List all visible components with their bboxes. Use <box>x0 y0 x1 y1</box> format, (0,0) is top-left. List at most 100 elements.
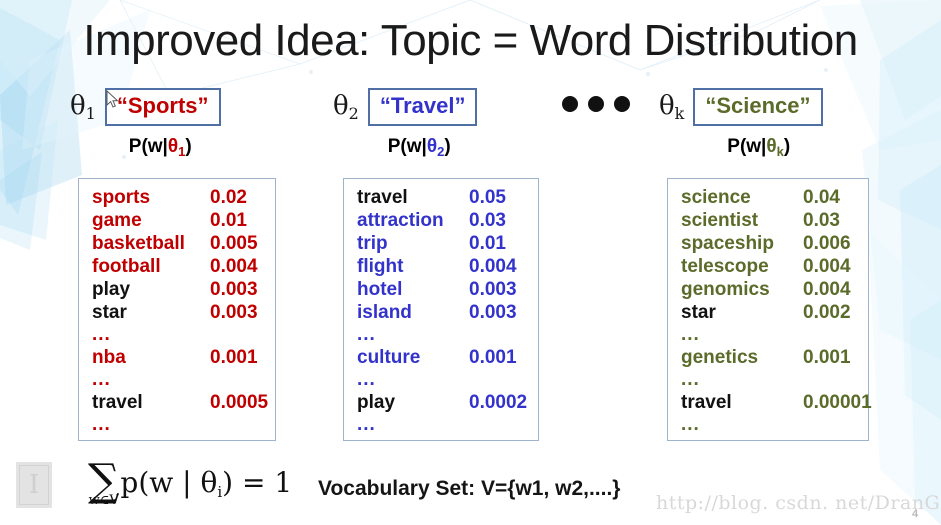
theta-symbol: θ <box>659 90 675 121</box>
word-probability: 0.0002 <box>469 392 528 413</box>
summation-expression: p(w | θi) = 1 <box>120 466 292 501</box>
pw-theta: θ <box>167 136 179 157</box>
word-row: star 0.003 <box>92 301 275 324</box>
topic-name-box-science[interactable]: “Science” <box>693 88 823 126</box>
word-row-ellipsis: ... <box>92 324 111 345</box>
word-row: play 0.0002 <box>357 391 538 414</box>
topic-column-sports: θ1 “Sports” P(w|θ1) <box>70 88 221 159</box>
topic-header-science: θk “Science” <box>659 88 823 126</box>
word-row-ellipsis: ... <box>681 324 700 345</box>
word-row: travel 0.0005 <box>92 391 275 414</box>
theta-subscript: 1 <box>85 103 96 123</box>
word-probability: 0.01 <box>469 233 506 254</box>
word-row: telescope 0.004 <box>681 255 868 278</box>
word-probability: 0.03 <box>469 210 506 231</box>
word-row: play 0.003 <box>92 278 275 301</box>
word-term: basketball <box>92 233 185 254</box>
word-row-ellipsis: ... <box>357 324 376 345</box>
sigma-subscript: w∈V <box>88 493 119 508</box>
word-probability: 0.002 <box>803 302 851 323</box>
word-row-ellipsis: ... <box>681 414 700 435</box>
gap-dot-1 <box>562 96 578 112</box>
word-term: game <box>92 210 142 231</box>
word-probability: 0.006 <box>803 233 851 254</box>
word-row: trip 0.01 <box>357 232 538 255</box>
word-term: star <box>681 302 716 323</box>
watermark-text: http://blog. csdn. net/DranGoo <box>656 492 941 514</box>
word-row-ellipsis: ... <box>681 369 700 390</box>
word-probability: 0.00001 <box>803 392 872 413</box>
word-term: travel <box>92 392 143 413</box>
word-probability: 0.003 <box>469 302 517 323</box>
word-distribution-box-sports: sports 0.02 game 0.01 basketball 0.005 footbal… <box>78 178 276 441</box>
word-probability: 0.003 <box>210 279 258 300</box>
word-term: telescope <box>681 256 769 277</box>
pw-theta: θ <box>426 136 438 157</box>
word-row: game 0.01 <box>92 209 275 232</box>
word-row: football 0.004 <box>92 255 275 278</box>
word-distribution-box-travel: travel 0.05 attraction 0.03 trip 0.01 flight 0.… <box>343 178 539 441</box>
pw-suffix: ) <box>783 136 791 157</box>
gap-dot-3 <box>614 96 630 112</box>
sigma-group: ∑ w∈V <box>88 459 119 509</box>
word-probability: 0.004 <box>469 256 517 277</box>
word-row: hotel 0.003 <box>357 278 538 301</box>
corner-logo-glyph: I <box>19 465 49 505</box>
theta-subscript: 2 <box>348 103 359 123</box>
word-probability: 0.003 <box>210 302 258 323</box>
word-term: attraction <box>357 210 444 231</box>
topic-name-box-sports[interactable]: “Sports” <box>104 88 221 126</box>
theta-label-2: θ2 <box>333 93 359 122</box>
word-probability: 0.04 <box>803 187 840 208</box>
probability-label-travel: P(w|θ2) <box>361 136 477 159</box>
pw-sub: k <box>776 144 784 159</box>
word-term: star <box>92 302 127 323</box>
word-term: travel <box>681 392 732 413</box>
word-term: nba <box>92 347 126 368</box>
vocabulary-set-label: Vocabulary Set: V={w1, w2,....} <box>318 477 621 500</box>
word-row: island 0.003 <box>357 301 538 324</box>
word-row: nba 0.001 <box>92 346 275 369</box>
word-probability: 0.003 <box>469 279 517 300</box>
word-probability: 0.001 <box>469 347 517 368</box>
word-row: spaceship 0.006 <box>681 232 868 255</box>
word-row: basketball 0.005 <box>92 232 275 255</box>
word-row: flight 0.004 <box>357 255 538 278</box>
word-probability: 0.02 <box>210 187 247 208</box>
theta-label-k: θk <box>659 93 684 122</box>
pw-prefix: P(w| <box>727 136 767 157</box>
theta-symbol: θ <box>333 90 349 121</box>
word-term: trip <box>357 233 388 254</box>
topic-name-box-travel[interactable]: “Travel” <box>367 88 478 126</box>
sum-expr-theta: θ <box>200 466 218 499</box>
slide-number: 4 <box>912 508 919 520</box>
pw-prefix: P(w| <box>128 136 168 157</box>
word-row: scientist 0.03 <box>681 209 868 232</box>
topic-ellipsis-dots <box>562 96 630 112</box>
word-term: science <box>681 187 751 208</box>
word-term: scientist <box>681 210 759 231</box>
word-probability: 0.01 <box>210 210 247 231</box>
word-probability: 0.001 <box>803 347 851 368</box>
word-probability: 0.001 <box>210 347 258 368</box>
word-row: travel 0.00001 <box>681 391 872 414</box>
word-row: attraction 0.03 <box>357 209 538 232</box>
pw-prefix: P(w| <box>387 136 427 157</box>
word-term: football <box>92 256 161 277</box>
word-probability: 0.004 <box>803 279 851 300</box>
word-probability: 0.004 <box>210 256 258 277</box>
word-term: play <box>92 279 131 300</box>
word-row: star 0.002 <box>681 301 868 324</box>
topic-header-sports: θ1 “Sports” <box>70 88 221 126</box>
pw-suffix: ) <box>185 136 192 157</box>
word-row-ellipsis: ... <box>92 369 111 390</box>
word-probability: 0.004 <box>803 256 851 277</box>
word-row: travel 0.05 <box>357 186 538 209</box>
theta-label-1: θ1 <box>70 93 96 122</box>
probability-label-science: P(w|θk) <box>695 136 823 159</box>
word-row: science 0.04 <box>681 186 868 209</box>
word-term: play <box>357 392 396 413</box>
word-term: sports <box>92 187 151 208</box>
sum-expr-prefix: p(w | <box>120 466 201 499</box>
word-row: genetics 0.001 <box>681 346 868 369</box>
